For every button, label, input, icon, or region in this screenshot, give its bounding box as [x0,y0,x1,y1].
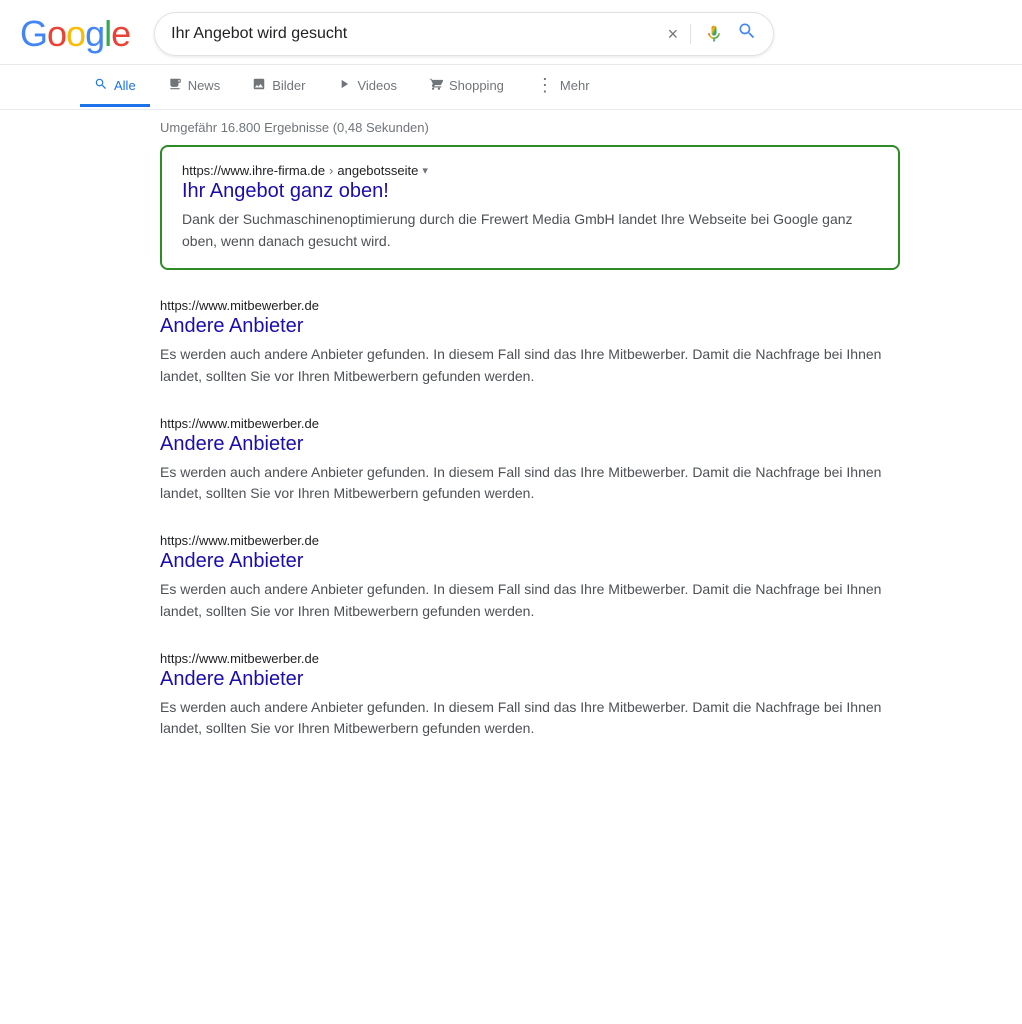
featured-result-title[interactable]: Ihr Angebot ganz oben! [182,180,878,203]
logo-o1: o [47,13,66,55]
result-4-title[interactable]: Andere Anbieter [160,668,900,691]
logo-l: l [104,13,111,55]
featured-result: https://www.ihre-firma.de › angebotsseit… [160,145,900,270]
breadcrumb-dropdown-icon[interactable]: ▾ [422,164,428,177]
result-2-title[interactable]: Andere Anbieter [160,433,900,456]
tab-mehr-label: Mehr [560,78,590,93]
result-card-1: https://www.mitbewerber.de Andere Anbiet… [160,298,900,387]
featured-url: https://www.ihre-firma.de › angebotsseit… [182,163,878,178]
bilder-icon [252,77,266,94]
url-separator: › [329,163,333,178]
result-4-url: https://www.mitbewerber.de [160,651,900,666]
result-1-url: https://www.mitbewerber.de [160,298,900,313]
result-2-url: https://www.mitbewerber.de [160,416,900,431]
tab-shopping-label: Shopping [449,78,504,93]
logo-o2: o [66,13,85,55]
tab-alle-label: Alle [114,78,136,93]
result-2-description: Es werden auch andere Anbieter gefunden.… [160,462,900,505]
videos-icon [337,77,351,94]
result-3-title[interactable]: Andere Anbieter [160,550,900,573]
featured-url-path: angebotsseite [337,163,418,178]
search-bar[interactable]: × [154,12,774,56]
tab-shopping[interactable]: Shopping [415,67,518,107]
search-divider [690,24,691,44]
result-card-4: https://www.mitbewerber.de Andere Anbiet… [160,651,900,740]
result-3-url-text: https://www.mitbewerber.de [160,533,319,548]
tab-videos-label: Videos [357,78,397,93]
nav-tabs: Alle News Bilder Videos Shopping ⋮ Mehr [0,65,1022,110]
header: Google × [0,0,1022,65]
tab-videos[interactable]: Videos [323,67,411,107]
tab-alle[interactable]: Alle [80,67,150,107]
tab-mehr[interactable]: ⋮ Mehr [522,65,604,109]
results-area: https://www.ihre-firma.de › angebotsseit… [0,145,1022,788]
logo-e: e [111,13,130,55]
tab-bilder[interactable]: Bilder [238,67,319,107]
featured-result-description: Dank der Suchmaschinenoptimierung durch … [182,209,878,252]
google-logo: Google [20,13,130,55]
result-3-description: Es werden auch andere Anbieter gefunden.… [160,579,900,622]
search-bar-icons: × [668,21,758,47]
mehr-icon: ⋮ [536,75,554,96]
results-info: Umgefähr 16.800 Ergebnisse (0,48 Sekunde… [0,110,1022,145]
results-count: Umgefähr 16.800 Ergebnisse (0,48 Sekunde… [160,120,429,135]
search-input[interactable] [171,25,659,43]
microphone-icon[interactable] [703,23,725,45]
news-icon [168,77,182,94]
featured-url-domain: https://www.ihre-firma.de [182,163,325,178]
result-1-description: Es werden auch andere Anbieter gefunden.… [160,344,900,387]
clear-icon[interactable]: × [668,24,679,45]
result-1-title[interactable]: Andere Anbieter [160,315,900,338]
logo-g2: g [85,13,104,55]
tab-news-label: News [188,78,221,93]
tab-news[interactable]: News [154,67,235,107]
alle-icon [94,77,108,94]
result-4-description: Es werden auch andere Anbieter gefunden.… [160,697,900,740]
result-card-2: https://www.mitbewerber.de Andere Anbiet… [160,416,900,505]
tab-bilder-label: Bilder [272,78,305,93]
result-3-url: https://www.mitbewerber.de [160,533,900,548]
logo-g: G [20,13,47,55]
shopping-icon [429,77,443,94]
search-submit-icon[interactable] [737,21,757,47]
result-2-url-text: https://www.mitbewerber.de [160,416,319,431]
result-4-url-text: https://www.mitbewerber.de [160,651,319,666]
result-1-url-text: https://www.mitbewerber.de [160,298,319,313]
result-card-3: https://www.mitbewerber.de Andere Anbiet… [160,533,900,622]
